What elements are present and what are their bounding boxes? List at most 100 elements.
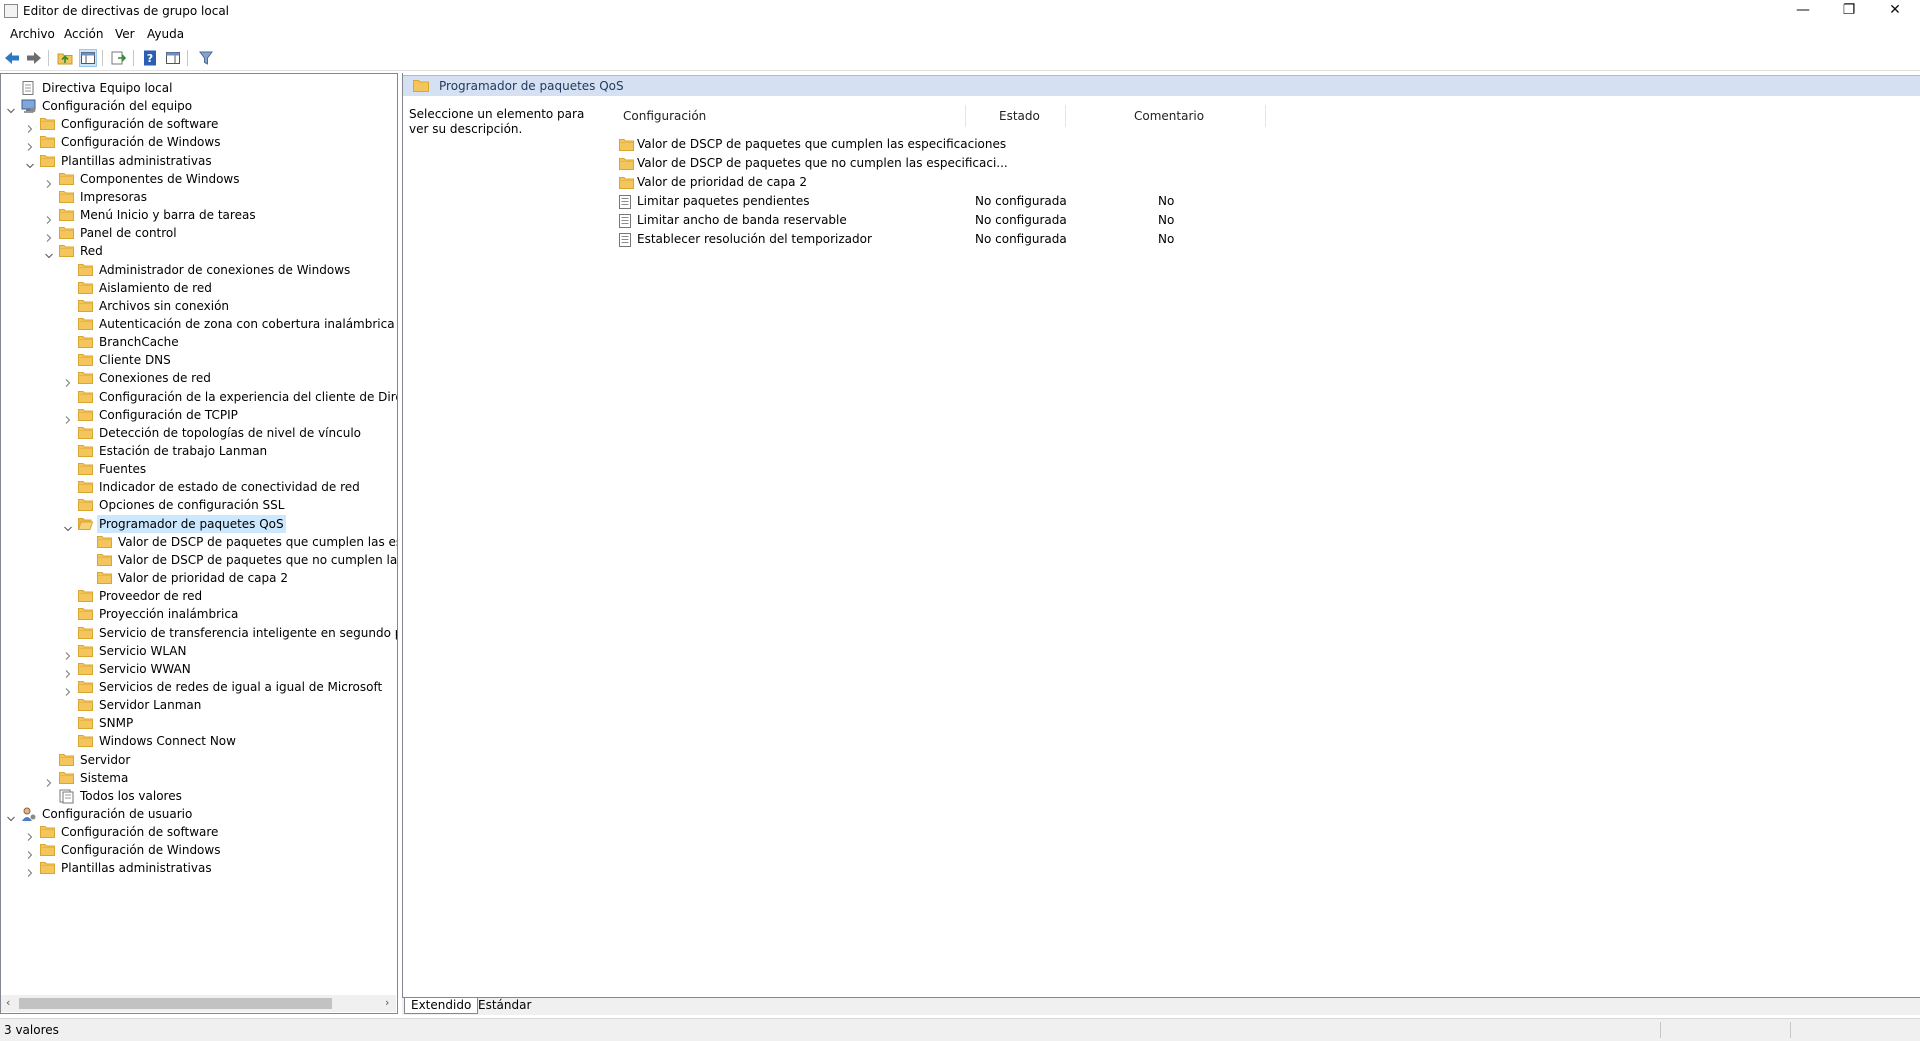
tree-item-valor-de-dscp-de-paquetes-que-no-cumplen-las-espe[interactable]: Valor de DSCP de paquetes que no cumplen…: [1, 551, 397, 569]
tree-item-servicio-de-transferencia-inteligente-en-segundo-plano-e[interactable]: Servicio de transferencia inteligente en…: [1, 624, 397, 642]
tree-item-servidor[interactable]: Servidor: [1, 751, 397, 769]
tree-item-configuracion-de-la-experiencia-del-cliente-de-directacc[interactable]: Configuración de la experiencia del clie…: [1, 388, 397, 406]
folder-icon: [97, 553, 112, 566]
list-item[interactable]: Valor de prioridad de capa 2: [619, 173, 1319, 192]
tree-item-panel-de-control[interactable]: Panel de control: [1, 224, 397, 243]
tree-item-servicio-wwan[interactable]: Servicio WWAN: [1, 660, 397, 678]
tree-item-valor-de-dscp-de-paquetes-que-cumplen-las-especifi[interactable]: Valor de DSCP de paquetes que cumplen la…: [1, 533, 397, 551]
chevron-right-icon[interactable]: [45, 211, 53, 224]
tab-estandar[interactable]: Estándar: [472, 998, 537, 1014]
column-divider[interactable]: [965, 105, 966, 127]
tree-item-proyeccion-inalambrica[interactable]: Proyección inalámbrica: [1, 605, 397, 623]
tree-item-valor-de-prioridad-de-capa-2[interactable]: Valor de prioridad de capa 2: [1, 569, 397, 587]
tree-horizontal-scrollbar[interactable]: ‹ ›: [1, 995, 396, 1012]
tree-item-opciones-de-configuracion-ssl[interactable]: Opciones de configuración SSL: [1, 496, 397, 514]
chevron-down-icon[interactable]: [45, 247, 53, 259]
chevron-right-icon[interactable]: [26, 864, 34, 878]
tree-item-programador-de-paquetes-qos[interactable]: Programador de paquetes QoS: [1, 514, 397, 533]
list-item[interactable]: Valor de DSCP de paquetes que no cumplen…: [619, 154, 1319, 173]
tree-item-aislamiento-de-red[interactable]: Aislamiento de red: [1, 279, 397, 297]
console-tree[interactable]: Directiva Equipo local Configuración del …: [0, 73, 398, 1014]
tree-item-configuracion-de-software[interactable]: Configuración de software: [1, 823, 397, 841]
chevron-right-icon[interactable]: [26, 138, 34, 152]
chevron-right-icon[interactable]: [64, 647, 72, 660]
chevron-right-icon[interactable]: [26, 120, 34, 134]
tree-item-directiva-equipo-local[interactable]: Directiva Equipo local: [1, 79, 397, 97]
show-hide-tree-icon[interactable]: [79, 49, 97, 67]
scroll-right-icon[interactable]: ›: [385, 996, 389, 1009]
column-divider[interactable]: [1265, 105, 1266, 127]
restore-button[interactable]: ❐: [1826, 0, 1872, 22]
tree-item-plantillas-administrativas[interactable]: Plantillas administrativas: [1, 152, 397, 170]
menu-ver[interactable]: Ver: [115, 27, 135, 41]
tree-item-configuracion-del-equipo[interactable]: Configuración del equipo: [1, 97, 397, 115]
chevron-down-icon[interactable]: [7, 102, 15, 114]
tree-item-indicador-de-estado-de-conectividad-de-red[interactable]: Indicador de estado de conectividad de r…: [1, 478, 397, 496]
column-divider[interactable]: [1065, 105, 1066, 127]
tree-item-fuentes[interactable]: Fuentes: [1, 460, 397, 478]
chevron-right-icon[interactable]: [26, 828, 34, 841]
tree-item-estacion-de-trabajo-lanman[interactable]: Estación de trabajo Lanman: [1, 442, 397, 460]
tree-item-configuracion-de-tcpip[interactable]: Configuración de TCPIP: [1, 406, 397, 424]
chevron-down-icon[interactable]: [7, 810, 15, 822]
tree-item-configuracion-de-windows[interactable]: Configuración de Windows: [1, 841, 397, 860]
tree-item-plantillas-administrativas[interactable]: Plantillas administrativas: [1, 859, 397, 878]
menu-archivo[interactable]: Archivo: [10, 27, 55, 41]
chevron-right-icon[interactable]: [45, 175, 53, 188]
chevron-right-icon[interactable]: [64, 374, 72, 388]
tree-item-configuracion-de-usuario[interactable]: Configuración de usuario: [1, 805, 397, 823]
properties-view-icon[interactable]: [164, 49, 182, 67]
tree-item-administrador-de-conexiones-de-windows[interactable]: Administrador de conexiones de Windows: [1, 261, 397, 279]
menu-accion[interactable]: Acción: [64, 27, 103, 41]
tree-item-deteccion-de-topologias-de-nivel-de-vinculo[interactable]: Detección de topologías de nivel de vínc…: [1, 424, 397, 442]
tree-item-cliente-dns[interactable]: Cliente DNS: [1, 351, 397, 369]
column-header-configuracion[interactable]: Configuración: [623, 105, 706, 127]
tree-item-branchcache[interactable]: BranchCache: [1, 333, 397, 351]
tree-item-impresoras[interactable]: Impresoras: [1, 188, 397, 206]
list-item[interactable]: Limitar paquetes pendientes No configurad…: [619, 192, 1319, 211]
tree-item-servicio-wlan[interactable]: Servicio WLAN: [1, 642, 397, 660]
tree-item-componentes-de-windows[interactable]: Componentes de Windows: [1, 170, 397, 188]
chevron-right-icon[interactable]: [26, 846, 34, 860]
chevron-right-icon[interactable]: [64, 411, 72, 424]
filter-icon[interactable]: [197, 49, 215, 67]
tree-item-label: Proveedor de red: [99, 589, 203, 604]
minimize-button[interactable]: —: [1780, 0, 1826, 22]
chevron-right-icon[interactable]: [64, 683, 72, 696]
tree-item-proveedor-de-red[interactable]: Proveedor de red: [1, 587, 397, 605]
list-item[interactable]: Valor de DSCP de paquetes que cumplen la…: [619, 135, 1319, 154]
tree-item-sistema[interactable]: Sistema: [1, 769, 397, 787]
tree-item-red[interactable]: Red: [1, 242, 397, 260]
column-header-comentario[interactable]: Comentario: [1134, 105, 1204, 127]
tree-item-snmp[interactable]: SNMP: [1, 714, 397, 732]
chevron-down-icon[interactable]: [64, 520, 72, 531]
tree-item-todos-los-valores[interactable]: Todos los valores: [1, 787, 397, 805]
tree-item-configuracion-de-windows[interactable]: Configuración de Windows: [1, 133, 397, 152]
tree-item-configuracion-de-software[interactable]: Configuración de software: [1, 115, 397, 134]
up-folder-icon[interactable]: [56, 49, 74, 67]
export-list-icon[interactable]: [110, 49, 128, 67]
back-icon[interactable]: [3, 49, 21, 67]
forward-icon[interactable]: [25, 49, 43, 67]
tree-item-servidor-lanman[interactable]: Servidor Lanman: [1, 696, 397, 714]
chevron-right-icon[interactable]: [45, 774, 53, 787]
list-item[interactable]: Limitar ancho de banda reservable No conf…: [619, 211, 1319, 230]
scroll-left-icon[interactable]: ‹: [6, 996, 10, 1009]
close-button[interactable]: ✕: [1872, 0, 1918, 22]
tree-item-conexiones-de-red[interactable]: Conexiones de red: [1, 369, 397, 388]
column-header-estado[interactable]: Estado: [999, 105, 1040, 127]
menu-ayuda[interactable]: Ayuda: [147, 27, 184, 41]
tree-item-archivos-sin-conexion[interactable]: Archivos sin conexión: [1, 297, 397, 315]
tab-extendido[interactable]: Extendido: [404, 998, 479, 1014]
chevron-right-icon[interactable]: [64, 665, 72, 678]
chevron-right-icon[interactable]: [45, 229, 53, 243]
tree-item-windows-connect-now[interactable]: Windows Connect Now: [1, 732, 397, 750]
chevron-down-icon[interactable]: [26, 157, 34, 168]
tree-item-menu-inicio-y-barra-de-tareas[interactable]: Menú Inicio y barra de tareas: [1, 206, 397, 224]
tree-item-label: Servicio WLAN: [99, 643, 187, 658]
help-icon[interactable]: ?: [141, 49, 159, 67]
list-item[interactable]: Establecer resolución del temporizador No…: [619, 230, 1319, 249]
tree-item-servicios-de-redes-de-igual-a-igual-de-microsoft[interactable]: Servicios de redes de igual a igual de M…: [1, 678, 397, 696]
tree-item-autenticacion-de-zona-con-cobertura-inalambrica[interactable]: Autenticación de zona con cobertura inal…: [1, 315, 397, 333]
scrollbar-thumb[interactable]: [19, 998, 332, 1009]
